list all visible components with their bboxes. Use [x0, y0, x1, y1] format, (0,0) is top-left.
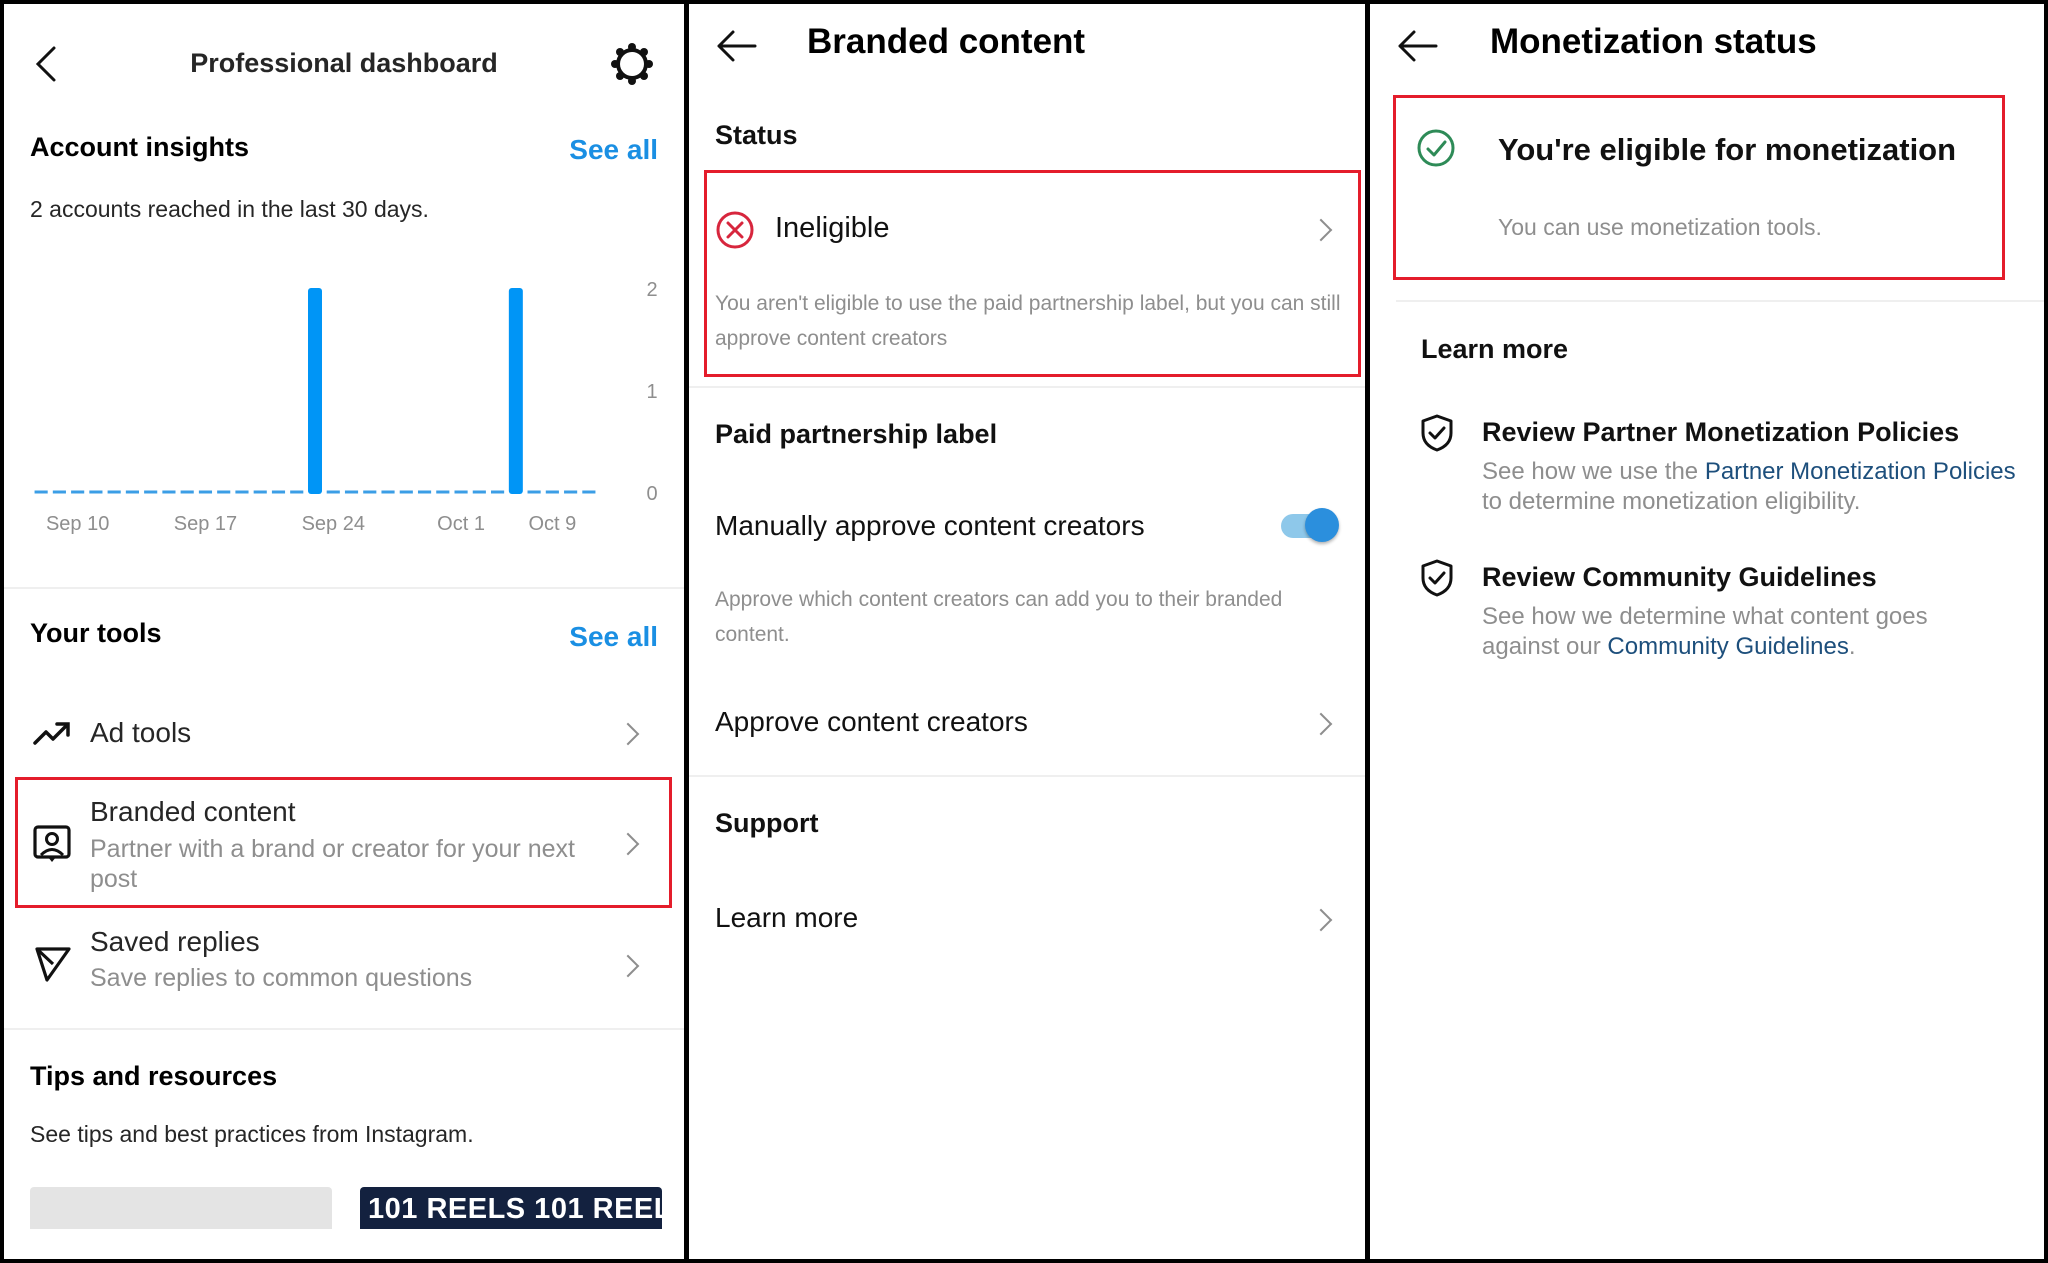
- row-label: Learn more: [715, 902, 859, 933]
- x-tick-label: Oct 9: [528, 513, 576, 535]
- tool-item-title: Saved replies: [90, 926, 260, 957]
- support-heading: Support: [715, 808, 819, 838]
- shield-check-icon: [1421, 559, 1453, 597]
- toggle-thumb: [1305, 508, 1339, 542]
- chevron-right-icon: [616, 722, 640, 746]
- row-label: Approve content creators: [715, 706, 1028, 737]
- section-divider: [4, 587, 684, 589]
- account-insights-heading: Account insights: [30, 132, 250, 162]
- arrow-left-icon: [717, 30, 757, 62]
- chevron-right-icon: [1309, 908, 1333, 932]
- tool-item-subtitle: Save replies to common questions: [90, 964, 473, 992]
- back-button[interactable]: [715, 28, 759, 64]
- toggle-label: Manually approve content creators: [715, 510, 1145, 541]
- x-tick-label: Oct 1: [437, 513, 485, 535]
- page-title: Monetization status: [1490, 22, 1817, 61]
- monetization-status-panel: Monetization status You're eligible for …: [1370, 4, 2044, 1259]
- learn-more-item-community-guidelines: Review Community Guidelines See how we d…: [1370, 554, 2044, 664]
- tools-see-all-link[interactable]: See all: [569, 621, 658, 653]
- section-divider: [4, 1028, 684, 1030]
- tips-heading: Tips and resources: [30, 1061, 278, 1091]
- x-tick-label: Sep 17: [174, 513, 237, 535]
- desc-text: to determine monetization eligibility.: [1482, 488, 1861, 515]
- professional-dashboard-panel: Professional dashboard Account insights …: [4, 4, 684, 1259]
- shield-check-icon: [1421, 414, 1453, 452]
- branded-content-panel: Branded content Status Ineligible You ar…: [689, 4, 1365, 1259]
- paid-partnership-heading: Paid partnership label: [715, 419, 998, 449]
- chart-bar: [508, 288, 523, 494]
- y-tick-label: 1: [646, 381, 657, 403]
- manual-approve-toggle[interactable]: [1277, 508, 1341, 544]
- learn-more-item-description: See how we use the Partner Monetization …: [1482, 457, 2022, 517]
- tips-description: See tips and best practices from Instagr…: [30, 1121, 474, 1147]
- desc-text: See how we use the: [1482, 458, 1705, 485]
- your-tools-heading: Your tools: [30, 618, 162, 648]
- x-tick-label: Sep 24: [302, 513, 365, 535]
- tool-item-ad-tools[interactable]: Ad tools: [4, 694, 684, 774]
- arrow-left-icon: [1398, 30, 1438, 62]
- desc-text: .: [1848, 633, 1856, 660]
- x-tick-label: Sep 10: [46, 513, 109, 535]
- tip-card[interactable]: [30, 1187, 332, 1229]
- toggle-description: Approve which content creators can add y…: [715, 588, 1283, 646]
- section-divider: [689, 386, 1365, 388]
- insights-summary: 2 accounts reached in the last 30 days.: [30, 196, 429, 222]
- learn-more-item-title: Review Community Guidelines: [1482, 562, 1877, 592]
- tool-item-saved-replies[interactable]: Saved replies Save replies to common que…: [4, 914, 684, 1014]
- community-guidelines-link[interactable]: Community Guidelines: [1607, 633, 1848, 660]
- page-title: Branded content: [807, 22, 1086, 61]
- partner-monetization-policies-link[interactable]: Partner Monetization Policies: [1705, 458, 2016, 485]
- section-divider: [689, 775, 1365, 777]
- learn-more-item-title: Review Partner Monetization Policies: [1482, 417, 1960, 447]
- status-heading: Status: [715, 120, 798, 150]
- gear-icon: [611, 43, 653, 85]
- y-tick-label: 2: [646, 279, 657, 301]
- chart-bar: [308, 288, 322, 494]
- back-button[interactable]: [1396, 28, 1440, 64]
- chevron-right-icon: [616, 954, 640, 978]
- insights-see-all-link[interactable]: See all: [569, 134, 658, 166]
- settings-button[interactable]: [610, 42, 654, 86]
- page-title: Professional dashboard: [190, 48, 498, 78]
- reach-bar-chart: 0 1 2 Sep 10 Sep 17 Sep 24 Oct 1 Oct 9: [34, 279, 658, 535]
- send-icon: [35, 947, 71, 982]
- learn-more-heading: Learn more: [1421, 334, 1569, 364]
- tool-item-title: Ad tools: [90, 717, 192, 748]
- chevron-right-icon: [1309, 712, 1333, 736]
- highlight-box: [15, 777, 672, 908]
- y-tick-label: 0: [646, 483, 657, 505]
- learn-more-row[interactable]: Learn more: [689, 890, 1365, 950]
- highlight-box: [1393, 95, 2005, 280]
- learn-more-item-description: See how we determine what content goes a…: [1482, 602, 1982, 662]
- section-divider: [1396, 300, 2044, 302]
- highlight-box: [704, 170, 1361, 377]
- tip-card-reels[interactable]: 101 REELS 101 REEL: [360, 1187, 662, 1229]
- trending-up-icon: [33, 722, 70, 745]
- tip-card-label: 101 REELS 101 REEL: [368, 1193, 662, 1225]
- approve-content-creators-row[interactable]: Approve content creators: [689, 694, 1365, 754]
- manual-approve-row: Manually approve content creators: [689, 494, 1365, 554]
- learn-more-item-partner-policies: Review Partner Monetization Policies See…: [1370, 409, 2044, 519]
